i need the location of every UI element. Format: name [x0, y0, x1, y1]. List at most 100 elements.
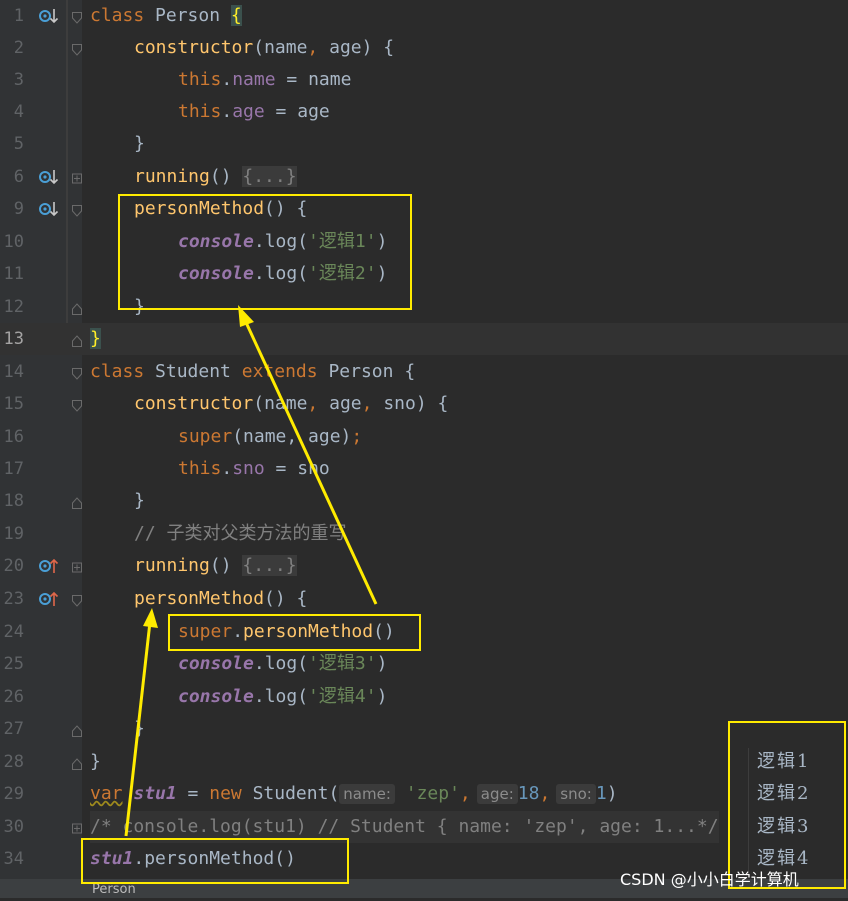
overridden-method-icon[interactable]	[38, 199, 60, 219]
code-line-2[interactable]: 2 constructor(name, age) {	[0, 32, 848, 64]
arguments: (name, age)	[232, 426, 352, 447]
code-line-14[interactable]: 14 class Student extends Person {	[0, 356, 848, 388]
line-number: 6	[13, 167, 24, 187]
fold-end-icon[interactable]	[72, 332, 82, 347]
line-number: 29	[3, 784, 24, 804]
code-line-25[interactable]: 25 console.log('逻辑3')	[0, 648, 848, 680]
console-object: console	[178, 686, 254, 707]
console-output-line: 逻辑3	[757, 816, 811, 837]
code-editor[interactable]: 1 class Person { 2 constructor(name, age…	[0, 0, 848, 898]
paren: ()	[209, 555, 243, 576]
console-object: console	[178, 653, 254, 674]
expand-fold-icon[interactable]	[72, 170, 82, 184]
expand-fold-icon[interactable]	[72, 820, 82, 834]
code-line-30[interactable]: 30 /* console.log(stu1) // Student { nam…	[0, 811, 848, 843]
keyword: var	[90, 783, 123, 804]
expand-fold-icon[interactable]	[72, 559, 82, 573]
class-name: Student	[155, 361, 231, 382]
string: '逻辑1'	[308, 231, 377, 252]
paren: )	[606, 783, 618, 804]
param-hint: sno:	[556, 784, 596, 804]
fold-end-icon[interactable]	[72, 755, 82, 770]
param-hint: name:	[339, 784, 395, 804]
param-hint: age:	[476, 784, 518, 804]
code-line-20[interactable]: 20 running() {...}	[0, 550, 848, 582]
code-line-1[interactable]: 1 class Person {	[0, 0, 848, 32]
code-line-11[interactable]: 11 console.log('逻辑2')	[0, 258, 848, 290]
code-line-19[interactable]: 19 // 子类对父类方法的重写	[0, 518, 848, 550]
code-line-4[interactable]: 4 this.age = age	[0, 96, 848, 128]
fold-marker-icon[interactable]	[72, 365, 82, 380]
code-line-15[interactable]: 15 constructor(name, age, sno) {	[0, 388, 848, 420]
paren: ) {	[361, 37, 395, 58]
dot: .	[221, 458, 233, 479]
method-name: constructor	[134, 37, 254, 58]
code-line-24[interactable]: 24 super.personMethod()	[0, 616, 848, 648]
console-output-panel: 逻辑1 逻辑2 逻辑3 逻辑4	[748, 748, 841, 876]
code-text: }	[134, 718, 145, 739]
property: sno	[232, 458, 265, 479]
line-number: 16	[3, 427, 24, 447]
line-number: 13	[3, 329, 24, 349]
code-line-23[interactable]: 23 personMethod() {	[0, 583, 848, 615]
code-line-3[interactable]: 3 this.name = name	[0, 64, 848, 96]
code-line-13[interactable]: 13 }	[0, 323, 848, 355]
code-text: super(name, age);	[178, 421, 362, 453]
line-number: 26	[3, 687, 24, 707]
fold-marker-icon[interactable]	[72, 592, 82, 607]
operator: =	[176, 783, 210, 804]
code-line-27[interactable]: 27 }	[0, 713, 848, 745]
fold-end-icon[interactable]	[72, 494, 82, 509]
code-text: personMethod() {	[134, 193, 307, 225]
fold-marker-icon[interactable]	[72, 397, 82, 412]
line-number: 18	[3, 491, 24, 511]
fold-marker-icon[interactable]	[72, 9, 82, 24]
code-line-28[interactable]: 28 }	[0, 746, 848, 778]
paren: )	[376, 231, 388, 252]
code-text: this.name = name	[178, 64, 351, 96]
code-line-17[interactable]: 17 this.sno = sno	[0, 453, 848, 485]
code-line-12[interactable]: 12 }	[0, 291, 848, 323]
code-line-6[interactable]: 6 running() {...}	[0, 161, 848, 193]
string: 'zep'	[405, 783, 460, 804]
expression: = sno	[264, 458, 330, 479]
fold-marker-icon[interactable]	[72, 202, 82, 217]
dot: .	[232, 621, 244, 642]
line-number: 28	[3, 752, 24, 772]
dot: .	[221, 101, 233, 122]
line-number: 17	[3, 459, 24, 479]
code-line-18[interactable]: 18 }	[0, 485, 848, 517]
variable: stu1	[133, 783, 177, 804]
line-number: 15	[3, 394, 24, 414]
keyword: extends	[241, 361, 318, 382]
fold-marker-icon[interactable]	[72, 41, 82, 56]
fold-end-icon[interactable]	[72, 300, 82, 315]
method-call: .personMethod()	[133, 848, 296, 869]
code-text: }	[134, 296, 145, 317]
overrides-method-icon[interactable]	[38, 556, 60, 576]
code-text: constructor(name, age, sno) {	[134, 388, 448, 420]
folded-comment[interactable]: /* console.log(stu1) // Student { name: …	[90, 811, 719, 843]
console-output-line: 逻辑2	[757, 783, 811, 804]
folded-block[interactable]: {...}	[242, 166, 297, 187]
code-line-29[interactable]: 29 var stu1 = new Student(name: 'zep', ag…	[0, 778, 848, 810]
code-line-10[interactable]: 10 console.log('逻辑1')	[0, 226, 848, 258]
keyword: super	[178, 621, 233, 642]
overridden-method-icon[interactable]	[38, 6, 60, 26]
overrides-method-icon[interactable]	[38, 589, 60, 609]
code-line-26[interactable]: 26 console.log('逻辑4')	[0, 681, 848, 713]
property: name	[232, 69, 276, 90]
code-line-16[interactable]: 16 super(name, age);	[0, 421, 848, 453]
comment: // 子类对父类方法的重写	[134, 523, 347, 544]
code-line-9[interactable]: 9 personMethod() {	[0, 193, 848, 225]
paren: )	[376, 653, 388, 674]
overridden-method-icon[interactable]	[38, 167, 60, 187]
expression: = name	[275, 69, 352, 90]
fold-end-icon[interactable]	[72, 722, 82, 737]
brace: {	[230, 5, 242, 26]
paren: )	[376, 686, 388, 707]
paren: ()	[209, 166, 243, 187]
code-line-5[interactable]: 5 }	[0, 128, 848, 160]
folded-block[interactable]: {...}	[242, 555, 297, 576]
keyword: this	[178, 101, 222, 122]
